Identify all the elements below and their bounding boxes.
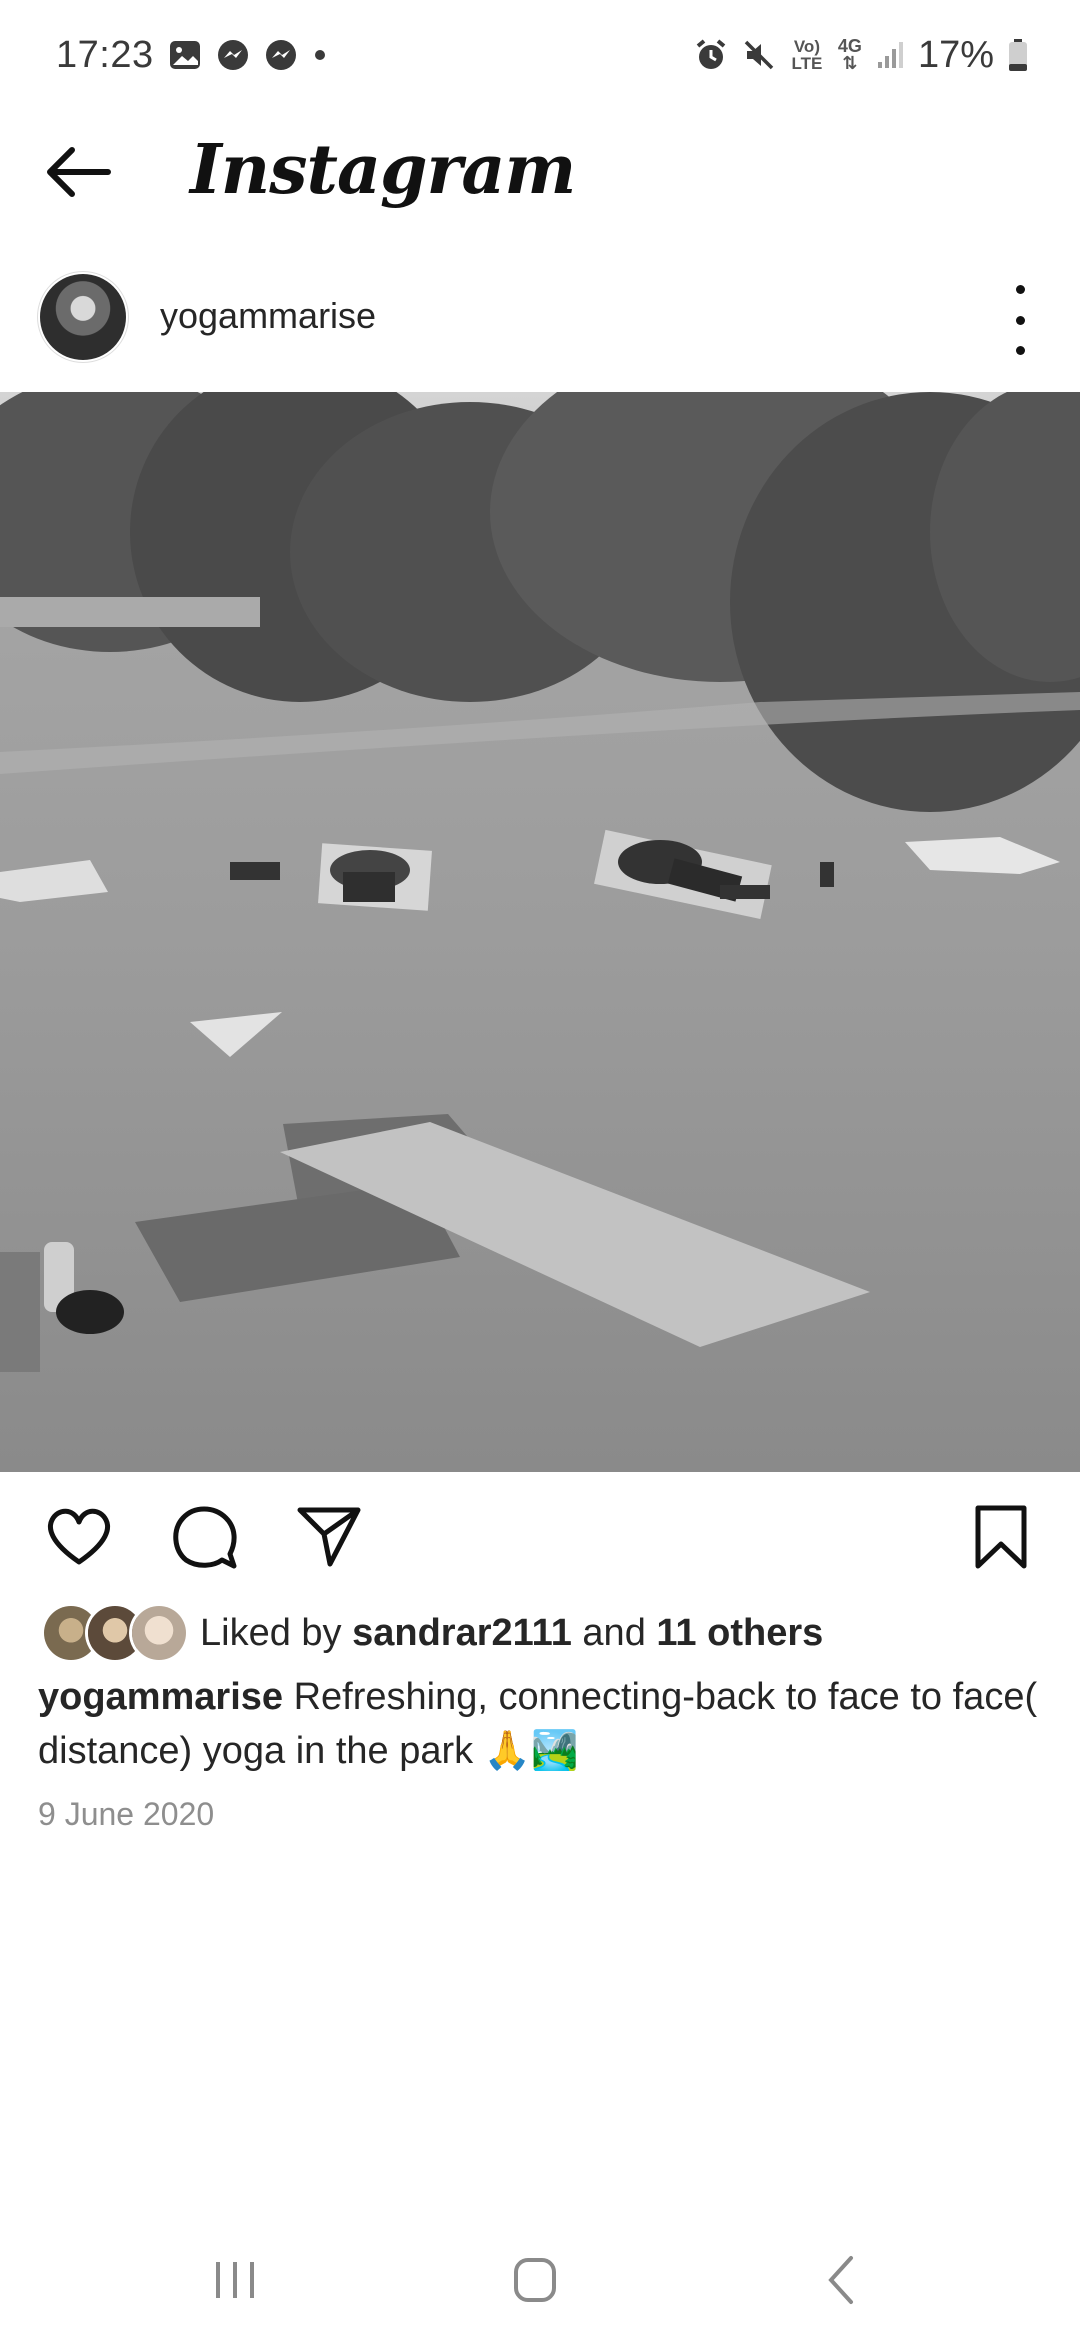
- liker-avatar: [132, 1606, 186, 1660]
- app-bar: Instagram: [0, 110, 1080, 230]
- likes-row[interactable]: Liked by sandrar2111 and 11 others: [0, 1598, 1080, 1668]
- data-arrows-icon: ⇅: [842, 53, 858, 73]
- status-right: Vo) LTE 4G ⇅ 17%: [694, 34, 1028, 77]
- post-actions: [0, 1472, 1080, 1592]
- likes-prefix: Liked by: [200, 1612, 342, 1654]
- messenger-icon: [264, 38, 298, 72]
- 4g-icon: 4G ⇅: [838, 37, 862, 73]
- android-nav-bar: [0, 2220, 1080, 2340]
- back-arrow-icon: [47, 147, 111, 197]
- home-icon[interactable]: [500, 2250, 570, 2310]
- dot: [1015, 346, 1025, 355]
- signal-icon: [876, 40, 904, 70]
- gallery-icon: [168, 38, 202, 72]
- messenger-icon: [216, 38, 250, 72]
- share-icon[interactable]: [294, 1502, 364, 1572]
- alarm-icon: [694, 38, 728, 72]
- dot-icon: [312, 47, 328, 63]
- likes-text[interactable]: Liked by sandrar2111 and 11 others: [200, 1612, 823, 1655]
- app-title: Instagram: [190, 130, 576, 210]
- caption-username[interactable]: yogammarise: [38, 1676, 283, 1718]
- likes-middle: and: [582, 1612, 646, 1654]
- battery-icon: [1008, 38, 1028, 72]
- back-nav-icon[interactable]: [806, 2250, 876, 2310]
- post-username[interactable]: yogammarise: [160, 295, 376, 337]
- mute-icon: [742, 38, 776, 72]
- status-time: 17:23: [56, 33, 154, 76]
- park-photo: [0, 392, 1080, 1472]
- avatar[interactable]: [40, 274, 126, 360]
- status-bar: 17:23 Vo) LTE 4G ⇅ 17%: [0, 0, 1080, 110]
- status-left: 17:23: [56, 34, 328, 77]
- dot: [1015, 315, 1025, 325]
- likes-user[interactable]: sandrar2111: [352, 1612, 572, 1654]
- post-header: yogammarise: [0, 260, 1080, 380]
- recent-apps-icon[interactable]: [200, 2250, 270, 2310]
- battery-percent: 17%: [917, 33, 994, 76]
- likes-others[interactable]: 11 others: [656, 1612, 823, 1654]
- caption: yogammarise Refreshing, connecting-back …: [38, 1670, 1048, 1778]
- post-date: 9 June 2020: [38, 1796, 215, 1832]
- back-button[interactable]: [44, 142, 114, 202]
- volte-icon: Vo) LTE: [791, 37, 823, 73]
- bookmark-icon[interactable]: [966, 1502, 1036, 1572]
- comment-icon[interactable]: [170, 1502, 240, 1572]
- more-options-icon[interactable]: [1000, 285, 1040, 355]
- dot: [1015, 285, 1025, 294]
- post-image[interactable]: [0, 392, 1080, 1472]
- like-icon[interactable]: [44, 1502, 114, 1572]
